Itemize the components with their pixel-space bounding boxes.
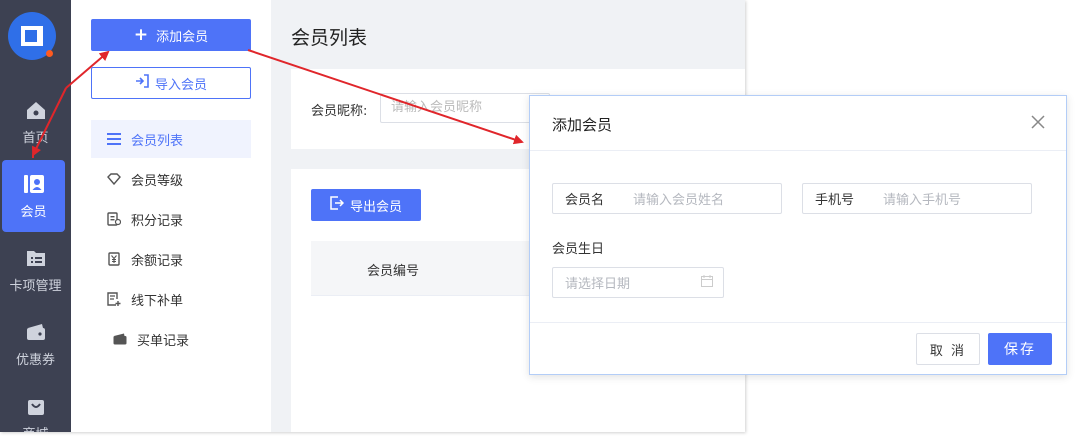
wallet-icon	[113, 333, 127, 345]
import-icon	[135, 74, 149, 92]
icon-rail: 首页 会员 卡项管理 优惠券 商城	[0, 0, 71, 432]
rail-item-cards[interactable]: 卡项管理	[0, 234, 71, 306]
add-document-icon	[107, 292, 121, 306]
phone-field[interactable]: 手机号 请输入手机号	[802, 183, 1032, 214]
diamond-icon	[107, 173, 121, 185]
logo-mark	[21, 26, 43, 46]
add-member-dialog: 添加会员 会员名 请输入会员姓名 手机号 请输入手机号 会员生日 请选择日期 取…	[529, 95, 1067, 375]
rail-item-mall[interactable]: 商城	[0, 382, 71, 432]
rail-item-label: 首页	[22, 130, 49, 146]
date-placeholder: 请选择日期	[565, 277, 631, 292]
export-member-button[interactable]: 导出会员	[311, 189, 421, 221]
rail-item-label: 优惠券	[15, 352, 55, 368]
menu-item-label: 会员等级	[131, 173, 184, 189]
export-member-label: 导出会员	[349, 199, 402, 215]
rail-item-label: 卡项管理	[9, 278, 62, 294]
nickname-filter-input[interactable]: 请输入会员昵称	[380, 93, 550, 123]
folder-list-icon	[25, 247, 47, 269]
menu-item-label: 买单记录	[137, 333, 190, 349]
menu-item-points-record[interactable]: 积分记录	[91, 200, 251, 238]
close-icon[interactable]	[1028, 112, 1048, 132]
save-button[interactable]: 保存	[988, 333, 1052, 365]
list-icon	[107, 133, 121, 145]
page-title: 会员列表	[291, 27, 368, 49]
rail-item-label: 商城	[22, 423, 48, 433]
phone-placeholder: 请输入手机号	[883, 193, 962, 208]
menu-item-balance-record[interactable]: 余额记录	[91, 240, 251, 278]
yen-icon	[107, 252, 121, 266]
member-name-field[interactable]: 会员名 请输入会员姓名	[552, 183, 782, 214]
plus-icon: +	[133, 24, 149, 45]
menu-item-label: 会员列表	[131, 133, 184, 149]
menu-item-offline-order[interactable]: 线下补单	[91, 280, 251, 318]
dialog-title: 添加会员	[552, 116, 613, 134]
home-icon	[25, 99, 47, 121]
points-icon	[107, 212, 121, 226]
logo-dot	[46, 50, 53, 57]
add-member-button[interactable]: + 添加会员	[91, 19, 251, 51]
calendar-icon	[701, 274, 713, 291]
rail-item-home[interactable]: 首页	[0, 86, 71, 158]
menu-item-payment-record[interactable]: 买单记录	[91, 320, 251, 358]
rail-item-label: 会员	[20, 204, 47, 220]
dialog-footer-divider	[530, 322, 1066, 323]
rail-item-member[interactable]: 会员	[2, 160, 65, 232]
birthday-date-picker[interactable]: 请选择日期	[552, 267, 724, 298]
export-icon	[330, 196, 345, 214]
member-name-label: 会员名	[565, 193, 605, 208]
import-member-button[interactable]: 导入会员	[91, 67, 251, 99]
menu-item-member-level[interactable]: 会员等级	[91, 160, 251, 198]
member-name-placeholder: 请输入会员姓名	[633, 193, 725, 208]
shopping-bag-icon	[25, 395, 47, 417]
phone-label: 手机号	[815, 193, 855, 208]
menu-item-label: 线下补单	[131, 293, 184, 309]
rail-item-coupon[interactable]: 优惠券	[0, 308, 71, 380]
dialog-header: 添加会员	[530, 96, 1066, 151]
menu-item-member-list[interactable]: 会员列表	[91, 120, 251, 158]
menu-item-label: 余额记录	[131, 253, 184, 269]
menu-item-label: 积分记录	[131, 213, 184, 229]
column-member-no[interactable]: 会员编号	[367, 260, 419, 279]
member-card-icon	[23, 173, 45, 195]
cancel-button[interactable]: 取 消	[916, 333, 980, 365]
wallet-icon	[25, 321, 47, 343]
import-member-label: 导入会员	[154, 77, 207, 93]
app-logo[interactable]	[8, 12, 56, 60]
birthday-label: 会员生日	[552, 242, 605, 257]
member-subnav: + 添加会员 导入会员 会员列表 会员等级 积分记录 余额记录 线下补单 买单记…	[71, 0, 271, 432]
nickname-filter-label: 会员昵称:	[311, 104, 368, 119]
add-member-label: 添加会员	[156, 29, 209, 45]
